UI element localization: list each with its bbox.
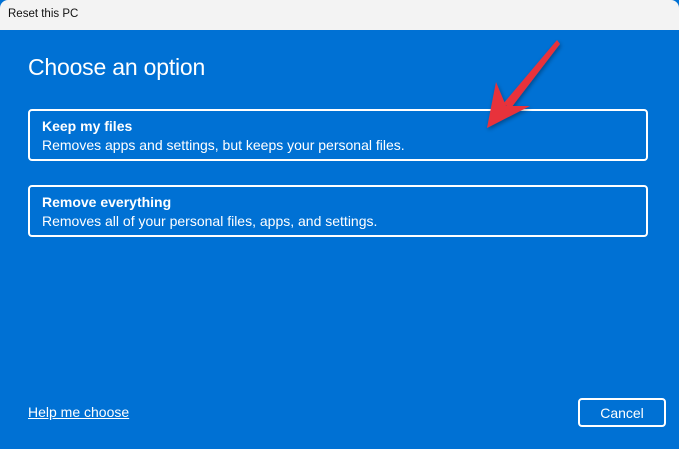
cancel-button[interactable]: Cancel	[578, 398, 666, 427]
window-title: Reset this PC	[8, 8, 79, 20]
option-title: Keep my files	[42, 118, 133, 134]
help-me-choose-link[interactable]: Help me choose	[28, 404, 129, 420]
option-title: Remove everything	[42, 194, 172, 210]
title-bar: Reset this PC	[0, 0, 679, 30]
dialog-content: Choose an option Keep my files Removes a…	[0, 30, 679, 449]
option-description: Removes all of your personal files, apps…	[42, 213, 378, 229]
option-keep-my-files[interactable]: Keep my files Removes apps and settings,…	[28, 109, 648, 161]
option-remove-everything[interactable]: Remove everything Removes all of your pe…	[28, 185, 648, 237]
page-title: Choose an option	[28, 54, 206, 80]
option-description: Removes apps and settings, but keeps you…	[42, 137, 405, 153]
